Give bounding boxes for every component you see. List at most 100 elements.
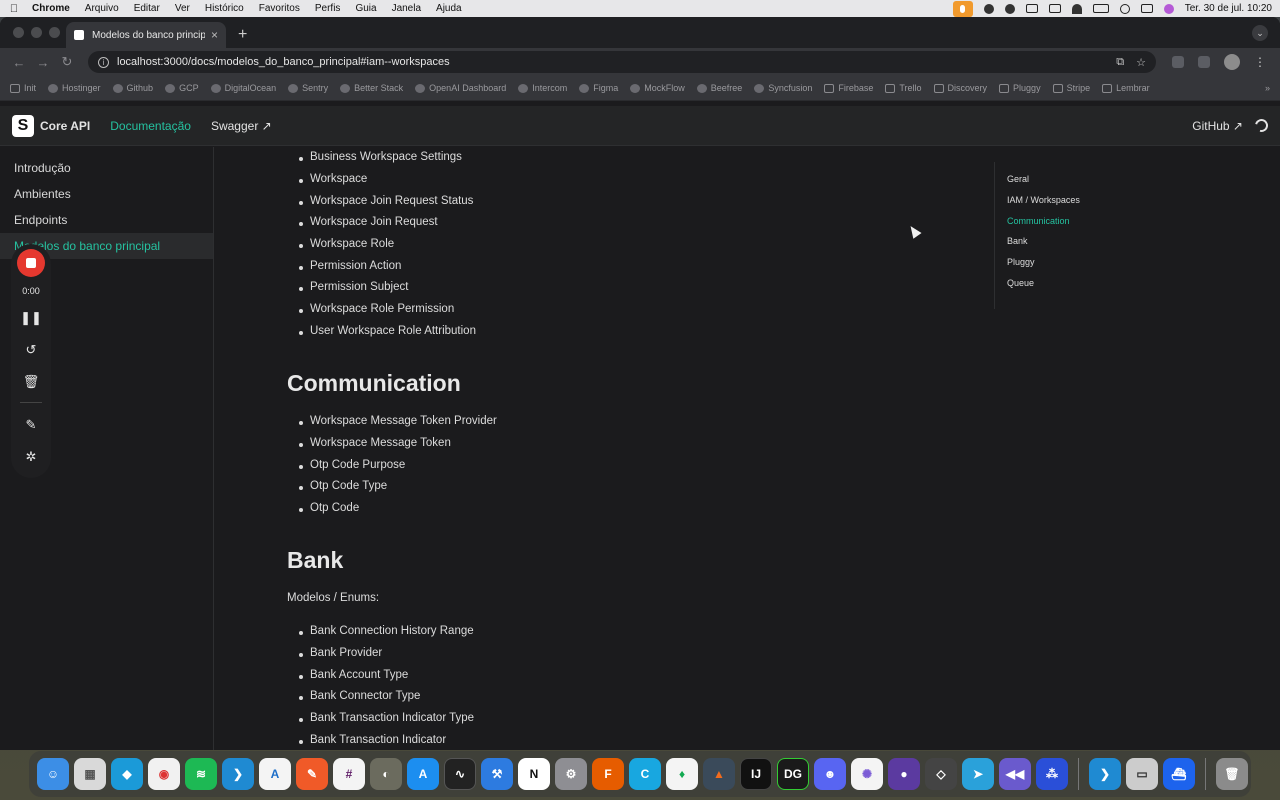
bookmark-star-icon[interactable]: ☆ bbox=[1136, 56, 1146, 69]
launchpad-icon[interactable]: ▦ bbox=[74, 758, 106, 790]
trash-icon[interactable]: 🗑 bbox=[1216, 758, 1248, 790]
menu-perfis[interactable]: Perfis bbox=[315, 3, 341, 14]
heading-bank[interactable]: Bank bbox=[287, 547, 343, 574]
status-app-icon[interactable] bbox=[983, 3, 994, 14]
control-center-icon[interactable] bbox=[1140, 4, 1153, 13]
toc-item-geral[interactable]: Geral bbox=[1007, 174, 1144, 195]
datagrip-icon[interactable]: DG bbox=[777, 758, 809, 790]
bookmark-digitalocean[interactable]: DigitalOcean bbox=[210, 83, 276, 93]
core-api-logo[interactable]: S bbox=[12, 114, 34, 137]
more-bookmarks-icon[interactable]: » bbox=[1265, 83, 1270, 93]
trash-icon[interactable]: 🗑 bbox=[23, 372, 40, 392]
pencil-app-icon[interactable]: ✎ bbox=[296, 758, 328, 790]
siri-icon[interactable] bbox=[1163, 3, 1174, 14]
battery-icon[interactable] bbox=[1092, 4, 1109, 13]
menu-ver[interactable]: Ver bbox=[175, 3, 190, 14]
menubar-clock[interactable]: Ter. 30 de jul. 10:20 bbox=[1185, 3, 1272, 14]
toc-item-bank[interactable]: Bank bbox=[1007, 236, 1144, 257]
apple-icon[interactable]:  bbox=[8, 3, 20, 15]
app-icon[interactable]: C bbox=[629, 758, 661, 790]
pencil-icon[interactable]: ✎ bbox=[26, 415, 37, 435]
bookmark-gcp[interactable]: GCP bbox=[165, 83, 199, 93]
xcode-icon[interactable]: ⚒ bbox=[481, 758, 513, 790]
app-icon[interactable]: ◀◀ bbox=[999, 758, 1031, 790]
reload-icon[interactable]: ↻ bbox=[56, 54, 78, 70]
bookmark-beefree[interactable]: Beefree bbox=[696, 83, 742, 93]
bookmark-stripe[interactable]: Stripe bbox=[1052, 83, 1090, 93]
url-text[interactable]: localhost:3000/docs/modelos_do_banco_pri… bbox=[117, 56, 450, 68]
nav-swagger[interactable]: Swagger ↗ bbox=[211, 119, 272, 133]
close-tab-icon[interactable]: × bbox=[211, 28, 218, 42]
translate-icon[interactable]: ⧉ bbox=[1116, 56, 1124, 69]
bookmark-firebase[interactable]: Firebase bbox=[824, 83, 873, 93]
bookmark-lembrar[interactable]: Lembrar bbox=[1102, 83, 1150, 93]
unity-icon[interactable]: ◇ bbox=[925, 758, 957, 790]
discord-icon[interactable]: ☻ bbox=[814, 758, 846, 790]
menu-favoritos[interactable]: Favoritos bbox=[259, 3, 300, 14]
browser-tab[interactable]: Modelos do banco principal | × bbox=[66, 22, 226, 48]
bookmark-better-stack[interactable]: Better Stack bbox=[340, 83, 403, 93]
minimize-window-button[interactable] bbox=[31, 27, 42, 38]
new-tab-icon[interactable]: + bbox=[238, 26, 247, 44]
settings-gear-icon[interactable] bbox=[1004, 3, 1015, 14]
stop-recording-button[interactable] bbox=[17, 249, 45, 277]
bookmark-openai-dashboard[interactable]: OpenAI Dashboard bbox=[415, 83, 506, 93]
microphone-icon[interactable] bbox=[952, 0, 973, 17]
vscode-icon[interactable]: ❯ bbox=[1089, 758, 1121, 790]
menu-ajuda[interactable]: Ajuda bbox=[436, 3, 462, 14]
docker-icon[interactable]: ⛴ bbox=[1163, 758, 1195, 790]
vscode-icon[interactable]: ❯ bbox=[222, 758, 254, 790]
appstore-icon[interactable]: A bbox=[407, 758, 439, 790]
telegram-icon[interactable]: ➤ bbox=[962, 758, 994, 790]
toc-item-iam-workspaces[interactable]: IAM / Workspaces bbox=[1007, 195, 1144, 216]
intellij-icon[interactable]: IJ bbox=[740, 758, 772, 790]
sidebar-item-endpoints[interactable]: Endpoints bbox=[0, 207, 213, 233]
window-icon[interactable] bbox=[1025, 4, 1038, 13]
app-icon[interactable]: A bbox=[259, 758, 291, 790]
app-icon[interactable]: F bbox=[592, 758, 624, 790]
tab-search-icon[interactable]: ⌄ bbox=[1252, 25, 1268, 41]
bookmark-syncfusion[interactable]: Syncfusion bbox=[754, 83, 812, 93]
nav-documentacao[interactable]: Documentação bbox=[110, 119, 191, 133]
menu-janela[interactable]: Janela bbox=[392, 3, 421, 14]
toc-item-pluggy[interactable]: Pluggy bbox=[1007, 257, 1144, 278]
magic-wand-icon[interactable]: ✲ bbox=[26, 447, 37, 467]
menu-editar[interactable]: Editar bbox=[134, 3, 160, 14]
nav-github[interactable]: GitHub ↗ bbox=[1192, 119, 1243, 133]
notion-icon[interactable]: N bbox=[518, 758, 550, 790]
app-icon[interactable]: ● bbox=[888, 758, 920, 790]
maximize-window-button[interactable] bbox=[49, 27, 60, 38]
back-arrow-icon[interactable]: ← bbox=[8, 55, 30, 70]
extension-icon[interactable] bbox=[1172, 56, 1184, 68]
wifi-icon[interactable] bbox=[1071, 3, 1082, 14]
chrome-menu-icon[interactable]: ⋮ bbox=[1254, 55, 1266, 69]
restart-icon[interactable]: ↺ bbox=[26, 340, 37, 360]
menu-historico[interactable]: Histórico bbox=[205, 3, 244, 14]
bookmark-intercom[interactable]: Intercom bbox=[518, 83, 567, 93]
bookmark-pluggy[interactable]: Pluggy bbox=[999, 83, 1041, 93]
bookmark-init[interactable]: Init bbox=[10, 83, 36, 93]
bookmark-discovery[interactable]: Discovery bbox=[933, 83, 987, 93]
profile-avatar[interactable] bbox=[1224, 54, 1240, 70]
bookmark-sentry[interactable]: Sentry bbox=[288, 83, 328, 93]
mongodb-icon[interactable]: ♦ bbox=[666, 758, 698, 790]
address-bar[interactable]: i localhost:3000/docs/modelos_do_banco_p… bbox=[88, 51, 1156, 73]
slack-icon[interactable]: # bbox=[333, 758, 365, 790]
sidebar-item-ambientes[interactable]: Ambientes bbox=[0, 181, 213, 207]
app-icon[interactable]: ◆ bbox=[111, 758, 143, 790]
finder-icon[interactable]: ☺ bbox=[37, 758, 69, 790]
heading-communication[interactable]: Communication bbox=[287, 370, 461, 397]
system-settings-icon[interactable]: ⚙ bbox=[555, 758, 587, 790]
app-icon[interactable]: ✺ bbox=[851, 758, 883, 790]
window-preview-icon[interactable]: ▭ bbox=[1126, 758, 1158, 790]
dark-mode-toggle-icon[interactable] bbox=[1252, 116, 1271, 135]
sidebar-item-introducao[interactable]: Introdução bbox=[0, 155, 213, 181]
spotify-icon[interactable]: ≋ bbox=[185, 758, 217, 790]
bookmark-trello[interactable]: Trello bbox=[885, 83, 922, 93]
brand-title[interactable]: Core API bbox=[40, 119, 90, 133]
pause-icon[interactable]: ❚❚ bbox=[20, 308, 42, 328]
bookmark-github[interactable]: Github bbox=[112, 83, 153, 93]
menu-guia[interactable]: Guia bbox=[355, 3, 376, 14]
menu-arquivo[interactable]: Arquivo bbox=[85, 3, 119, 14]
app-icon[interactable]: ⁂ bbox=[1036, 758, 1068, 790]
